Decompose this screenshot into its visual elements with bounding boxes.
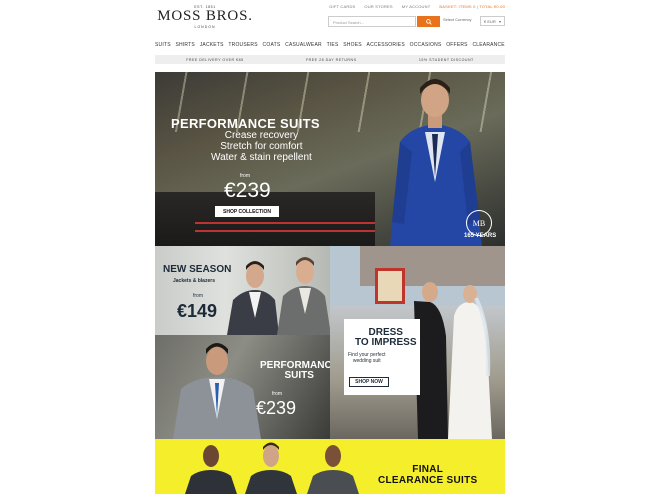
shop-collection-button[interactable]: SHOP COLLECTION — [215, 206, 279, 217]
promo-delivery[interactable]: FREE DELIVERY OVER €85 — [186, 58, 243, 62]
logo[interactable]: EST. 1851 MOSS BROS. LONDON — [156, 5, 254, 29]
gift-cards-link[interactable]: GIFT CARDS — [329, 4, 355, 9]
new-season-models-image — [227, 257, 330, 335]
hero-features: Crease recovery Stretch for comfort Wate… — [211, 130, 312, 163]
hero-feature-2: Stretch for comfort — [220, 141, 303, 152]
nav-item-shirts[interactable]: SHIRTS — [176, 42, 195, 48]
performance-from: from — [272, 391, 282, 397]
page: GIFT CARDS OUR STORES MY ACCOUNT BASKET:… — [155, 0, 505, 494]
our-stores-link[interactable]: OUR STORES — [364, 4, 392, 9]
hero-title: PERFORMANCE SUITS — [171, 116, 320, 131]
new-season-title: NEW SEASON — [163, 264, 232, 275]
hero-price: €239 — [224, 179, 271, 202]
dress-sub: Find your perfect wedding suit — [348, 352, 386, 364]
dress-title: DRESS TO IMPRESS — [355, 328, 417, 348]
currency-select[interactable]: € EUR ▾ — [480, 16, 505, 26]
clearance-tile[interactable]: FINAL CLEARANCE SUITS — [155, 439, 505, 494]
nav-item-accessories[interactable]: ACCESSORIES — [367, 42, 405, 48]
promo-student[interactable]: 15% STUDENT DISCOUNT — [419, 58, 474, 62]
shop-now-button[interactable]: SHOP NOW — [349, 377, 389, 387]
clearance-models-image — [185, 442, 359, 494]
anniversary-label: 165 YEARS — [464, 233, 497, 239]
chevron-down-icon: ▾ — [498, 19, 501, 24]
basket-link[interactable]: BASKET: ITEMS 0 | TOTAL €0.00 — [439, 4, 505, 9]
hero-feature-1: Crease recovery — [224, 130, 299, 141]
dress-title-line2: TO IMPRESS — [355, 337, 417, 348]
nav-item-offers[interactable]: OFFERS — [446, 42, 467, 48]
new-season-tile[interactable]: NEW SEASON Jackets & blazers from €149 — [155, 246, 330, 335]
currency-value: € EUR — [484, 19, 496, 24]
main-nav: SUITS SHIRTS JACKETS TROUSERS COATS CASU… — [155, 42, 505, 48]
search-input[interactable]: Product Search... — [328, 16, 416, 27]
new-season-price: €149 — [177, 301, 218, 321]
nav-item-suits[interactable]: SUITS — [155, 42, 171, 48]
new-season-sub: Jackets & blazers — [173, 278, 215, 284]
clearance-title: FINAL CLEARANCE SUITS — [378, 464, 478, 486]
nav-item-clearance[interactable]: CLEARANCE — [472, 42, 504, 48]
performance-model-image — [173, 343, 261, 439]
my-account-link[interactable]: MY ACCOUNT — [402, 4, 431, 9]
hero-feature-3: Water & stain repellent — [211, 152, 312, 163]
hero-banner[interactable]: PERFORMANCE SUITS Crease recovery Stretc… — [155, 72, 505, 246]
performance-price: €239 — [256, 398, 297, 418]
currency-label: Select Currency — [443, 17, 472, 22]
performance-title-line2: SUITS — [284, 370, 314, 381]
nav-item-shoes[interactable]: SHOES — [343, 42, 362, 48]
logo-name: MOSS BROS. — [157, 8, 253, 24]
top-links: GIFT CARDS OUR STORES MY ACCOUNT BASKET:… — [329, 4, 505, 9]
nav-item-jackets[interactable]: JACKETS — [200, 42, 224, 48]
performance-title: PERFORMANCE SUITS — [260, 361, 330, 381]
nav-item-occasions[interactable]: OCCASIONS — [410, 42, 442, 48]
search-icon — [425, 18, 432, 25]
nav-item-coats[interactable]: COATS — [263, 42, 281, 48]
dress-sub-line2: wedding suit — [352, 358, 381, 364]
dress-to-impress-tile[interactable]: DRESS TO IMPRESS Find your perfect weddi… — [330, 246, 505, 439]
logo-city: LONDON — [194, 25, 216, 29]
clearance-title-line2: CLEARANCE SUITS — [378, 475, 478, 486]
nav-item-trousers[interactable]: TROUSERS — [228, 42, 257, 48]
search-button[interactable] — [417, 16, 440, 27]
promo-returns[interactable]: FREE 28 DAY RETURNS — [306, 58, 357, 62]
new-season-from: from — [193, 293, 203, 299]
ring-ropes — [195, 222, 375, 232]
nav-item-casualwear[interactable]: CASUALWEAR — [285, 42, 322, 48]
clearance-title-line1: FINAL — [412, 464, 444, 475]
performance-suits-tile[interactable]: PERFORMANCE SUITS from €239 — [155, 335, 330, 439]
nav-item-ties[interactable]: TIES — [327, 42, 339, 48]
promo-bar: FREE DELIVERY OVER €85 FREE 28 DAY RETUR… — [155, 55, 505, 64]
